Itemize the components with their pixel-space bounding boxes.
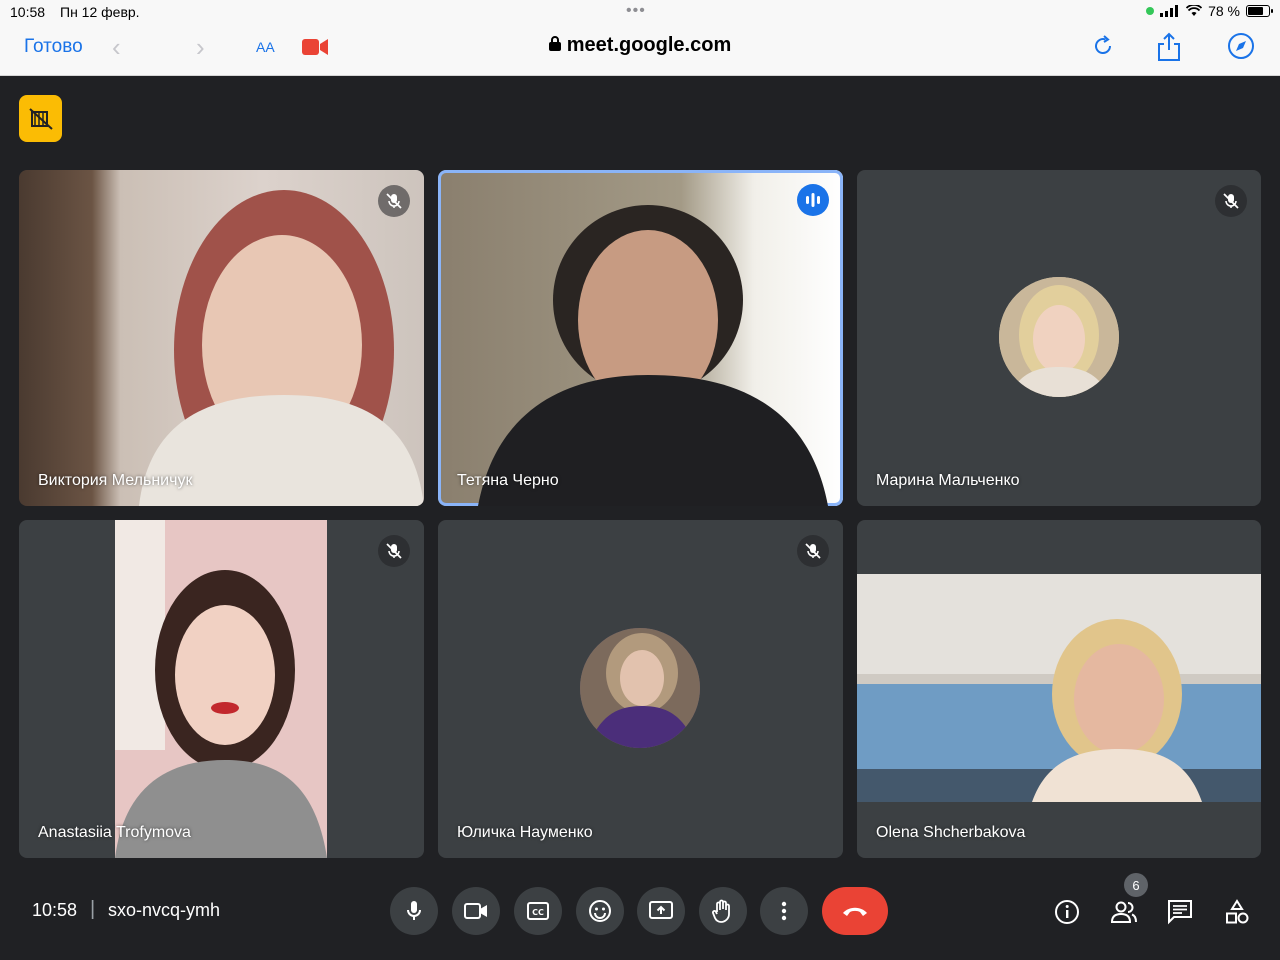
chat-button[interactable] <box>1164 896 1196 928</box>
battery-percent: 78 % <box>1208 3 1240 19</box>
participant-tile[interactable]: Юличка Науменко <box>438 520 843 858</box>
captions-button[interactable]: CC <box>514 887 562 935</box>
participant-tile-active-speaker[interactable]: Тетяна Черно <box>438 170 843 506</box>
meeting-info-button[interactable] <box>1051 896 1083 928</box>
muted-mic-icon <box>1215 185 1247 217</box>
muted-mic-icon <box>378 185 410 217</box>
muted-mic-icon <box>797 535 829 567</box>
participant-tile[interactable]: Olena Shcherbakova <box>857 520 1261 858</box>
chat-icon <box>1168 900 1192 925</box>
browser-toolbar: 10:58 Пн 12 февр. ••• 78 % Готово ‹ › AA… <box>0 0 1280 76</box>
camera-icon <box>464 903 487 919</box>
camera-off-icon <box>28 107 53 130</box>
status-indicators: 78 % <box>1146 3 1273 19</box>
participant-avatar <box>999 277 1119 397</box>
battery-icon <box>1246 5 1273 17</box>
participant-name: Юличка Науменко <box>457 824 593 841</box>
share-icon[interactable] <box>1156 32 1182 62</box>
muted-mic-icon <box>378 535 410 567</box>
end-call-button[interactable] <box>822 887 888 935</box>
participant-tile[interactable]: Anastasiia Trofymova <box>19 520 424 858</box>
address-bar[interactable]: meet.google.com <box>0 34 1280 57</box>
participant-name: Anastasiia Trofymova <box>38 824 191 841</box>
participant-tile[interactable]: Марина Мальченко <box>857 170 1261 506</box>
participant-video <box>139 190 424 506</box>
participant-name: Тетяна Черно <box>457 472 559 489</box>
end-call-icon <box>843 907 867 916</box>
raise-hand-button[interactable] <box>699 887 747 935</box>
microphone-button[interactable] <box>390 887 438 935</box>
participant-avatar <box>580 628 700 748</box>
reload-icon[interactable] <box>1091 32 1115 60</box>
more-options-icon <box>781 901 787 921</box>
participant-count-badge: 6 <box>1124 873 1148 897</box>
camera-in-use-icon <box>1146 7 1155 15</box>
participant-video <box>115 520 327 858</box>
meeting-time: 10:58 <box>32 900 78 920</box>
participant-name: Виктория Мельничук <box>38 472 193 489</box>
captions-icon: CC <box>527 902 549 920</box>
compass-icon[interactable] <box>1227 32 1255 60</box>
wifi-icon <box>1186 5 1203 16</box>
status-time: 10:58 <box>10 4 46 20</box>
people-icon <box>1110 901 1137 923</box>
people-button[interactable] <box>1108 896 1140 928</box>
present-screen-icon <box>649 901 673 919</box>
camera-button[interactable] <box>452 887 500 935</box>
svg-text:CC: CC <box>532 908 544 917</box>
participant-tile[interactable]: Виктория Мельничук <box>19 170 424 506</box>
separator: | <box>90 898 96 920</box>
url-text: meet.google.com <box>566 34 732 56</box>
participant-video <box>478 205 828 506</box>
raise-hand-icon <box>712 899 730 923</box>
activities-button[interactable] <box>1221 896 1253 928</box>
participant-video <box>857 574 1261 802</box>
present-screen-button[interactable] <box>637 887 685 935</box>
microphone-icon <box>407 901 421 920</box>
info-icon <box>1055 900 1079 924</box>
participant-name: Марина Мальченко <box>876 472 1020 489</box>
emoji-reaction-button[interactable] <box>576 887 624 935</box>
speaking-indicator-icon <box>797 184 829 216</box>
camera-off-badge[interactable] <box>19 95 62 142</box>
activities-icon <box>1226 899 1249 924</box>
more-options-button[interactable] <box>760 887 808 935</box>
lock-icon <box>548 36 561 51</box>
status-date: Пн 12 февр. <box>60 4 140 20</box>
meeting-code[interactable]: sxo-nvcq-ymh <box>108 900 220 921</box>
multitasking-dots-icon[interactable]: ••• <box>626 2 646 20</box>
signal-icon <box>1160 5 1179 17</box>
participant-name: Olena Shcherbakova <box>876 824 1026 841</box>
emoji-icon <box>589 900 611 922</box>
